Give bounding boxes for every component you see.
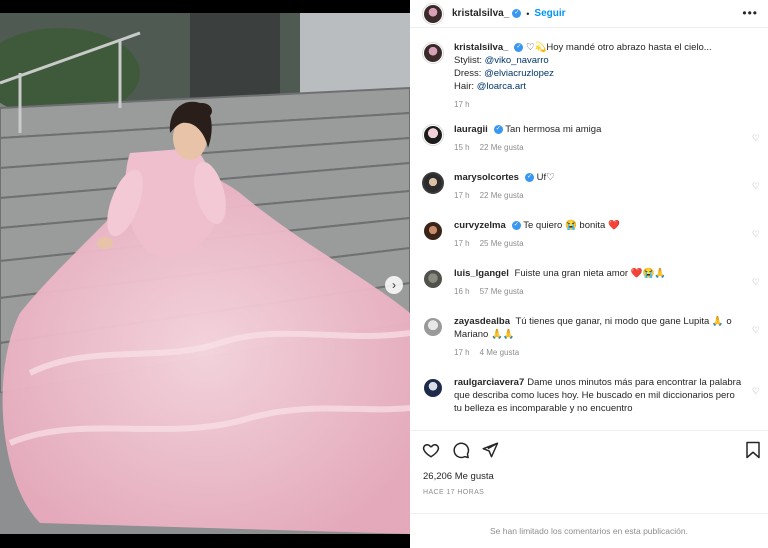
commenter-avatar[interactable]	[422, 268, 444, 290]
comment-time: 17 h	[454, 239, 470, 248]
caption-time: 17 h	[454, 100, 470, 109]
comment-body: lauragii ✓ Tan hermosa mi amiga 15 h 22 Me…	[454, 123, 744, 171]
like-heart-icon[interactable]	[422, 441, 440, 459]
hair-label: Hair:	[454, 81, 475, 92]
comment-username[interactable]: zayasdealba	[454, 316, 510, 327]
caption-username[interactable]: kristalsilva_	[454, 42, 508, 53]
comment-text: Fuiste una gran nieta amor ❤️😭🙏	[514, 268, 667, 279]
bottom-letterbox	[0, 534, 410, 548]
comment-item: raulgarciavera7 Dame unos minutos más par…	[410, 376, 768, 426]
like-comment-heart-icon[interactable]: ♡	[752, 386, 760, 397]
comment-meta: 16 h 57 Me gusta	[454, 285, 744, 298]
comment-likes[interactable]: 4 Me gusta	[480, 348, 520, 357]
separator-dot: •	[526, 8, 530, 19]
comment-text: Te quiero 😭 bonita ❤️	[523, 220, 620, 231]
caption-text: ♡💫Hoy mandé otro abrazo hasta el cielo..…	[526, 42, 712, 53]
comment-item: lauragii ✓ Tan hermosa mi amiga 15 h 22 Me…	[410, 123, 768, 171]
save-bookmark-icon[interactable]	[745, 441, 761, 459]
likes-count[interactable]: 26,206 Me gusta	[423, 471, 494, 482]
comment-body: luis_lgangel Fuiste una gran nieta amor …	[454, 267, 744, 315]
like-comment-heart-icon[interactable]: ♡	[752, 325, 760, 336]
top-letterbox	[0, 0, 410, 13]
comment-body: raulgarciavera7 Dame unos minutos más par…	[454, 376, 744, 426]
verified-badge-icon: ✓	[514, 42, 524, 52]
dress-mention-link[interactable]: @elviacruzlopez	[484, 68, 554, 79]
verified-badge-icon: ✓	[512, 9, 522, 18]
post-photo[interactable]: ›	[0, 13, 410, 534]
like-comment-heart-icon[interactable]: ♡	[752, 181, 760, 192]
share-send-icon[interactable]	[481, 441, 499, 459]
stylist-mention-link[interactable]: @viko_navarro	[485, 55, 549, 66]
like-comment-heart-icon[interactable]: ♡	[752, 133, 760, 144]
more-options-icon[interactable]: •••	[742, 6, 758, 20]
comment-time: 17 h	[454, 191, 470, 200]
verified-badge-icon: ✓	[493, 124, 503, 134]
dress-label: Dress:	[454, 68, 482, 79]
comment-time: 17 h	[454, 348, 470, 357]
caption-author-avatar[interactable]	[422, 42, 444, 64]
comment-item: curvyzelma ✓ Te quiero 😭 bonita ❤️ 17 h 25…	[410, 219, 768, 267]
comment-time: 15 h	[454, 143, 470, 152]
instagram-post-window: › kristalsilva_ ✓ • Seguir ••• kristalsi	[0, 0, 768, 548]
comment-item: zayasdealba Tú tienes que ganar, ni modo…	[410, 315, 768, 376]
comment-username[interactable]: luis_lgangel	[454, 268, 509, 279]
hair-mention-link[interactable]: @loarca.art	[477, 81, 526, 92]
comment-text: Tan hermosa mi amiga	[505, 124, 602, 135]
author-username[interactable]: kristalsilva_	[452, 8, 509, 19]
comment-likes[interactable]: 22 Me gusta	[480, 191, 524, 200]
comment-body: zayasdealba Tú tienes que ganar, ni modo…	[454, 315, 744, 376]
comment-body: curvyzelma ✓ Te quiero 😭 bonita ❤️ 17 h 25…	[454, 219, 744, 267]
like-comment-heart-icon[interactable]: ♡	[752, 229, 760, 240]
comment-item: marysolcortes ✓ Uf♡ 17 h 22 Me gusta ♡	[410, 171, 768, 219]
comment-username[interactable]: marysolcortes	[454, 172, 519, 183]
caption-meta: 17 h	[454, 98, 744, 111]
comment-meta: 17 h 22 Me gusta	[454, 189, 744, 202]
comment-username[interactable]: raulgarciavera7	[454, 377, 524, 388]
comment-time: 16 h	[454, 287, 470, 296]
comment-item: luis_lgangel Fuiste una gran nieta amor …	[410, 267, 768, 315]
comment-text: Uf♡	[536, 172, 555, 183]
post-timestamp: HACE 17 HORAS	[423, 489, 485, 496]
comments-list[interactable]: kristalsilva_ ✓ ♡💫Hoy mandé otro abrazo h…	[410, 41, 768, 427]
comment-username[interactable]: lauragii	[454, 124, 488, 135]
comment-bubble-icon[interactable]	[452, 441, 470, 459]
verified-badge-icon: ✓	[511, 220, 521, 230]
commenter-avatar[interactable]	[422, 220, 444, 242]
commenter-avatar[interactable]	[422, 316, 444, 338]
comment-likes[interactable]: 25 Me gusta	[480, 239, 524, 248]
commenter-avatar[interactable]	[422, 124, 444, 146]
comment-likes[interactable]: 57 Me gusta	[480, 287, 524, 296]
carousel-next-button[interactable]: ›	[385, 276, 403, 294]
caption-item: kristalsilva_ ✓ ♡💫Hoy mandé otro abrazo h…	[410, 41, 768, 123]
commenter-avatar[interactable]	[422, 172, 444, 194]
commenter-avatar[interactable]	[422, 377, 444, 399]
photo-illustration	[0, 13, 410, 534]
author-avatar[interactable]	[422, 2, 444, 25]
verified-badge-icon: ✓	[524, 172, 534, 182]
follow-button[interactable]: Seguir	[534, 8, 565, 19]
comment-likes[interactable]: 22 Me gusta	[480, 143, 524, 152]
comment-body: marysolcortes ✓ Uf♡ 17 h 22 Me gusta	[454, 171, 744, 219]
stylist-label: Stylist:	[454, 55, 482, 66]
post-actions-bar	[410, 430, 768, 470]
comments-limited-notice: Se han limitado los comentarios en esta …	[410, 513, 768, 548]
comment-username[interactable]: curvyzelma	[454, 220, 506, 231]
post-header: kristalsilva_ ✓ • Seguir •••	[410, 0, 768, 28]
post-sidebar: kristalsilva_ ✓ • Seguir ••• kristalsilv…	[410, 0, 768, 548]
like-comment-heart-icon[interactable]: ♡	[752, 277, 760, 288]
comment-meta: 15 h 22 Me gusta	[454, 141, 744, 154]
comment-meta: 17 h 4 Me gusta	[454, 346, 744, 359]
caption-body: kristalsilva_ ✓ ♡💫Hoy mandé otro abrazo h…	[454, 41, 744, 123]
comment-meta: 17 h 25 Me gusta	[454, 237, 744, 250]
